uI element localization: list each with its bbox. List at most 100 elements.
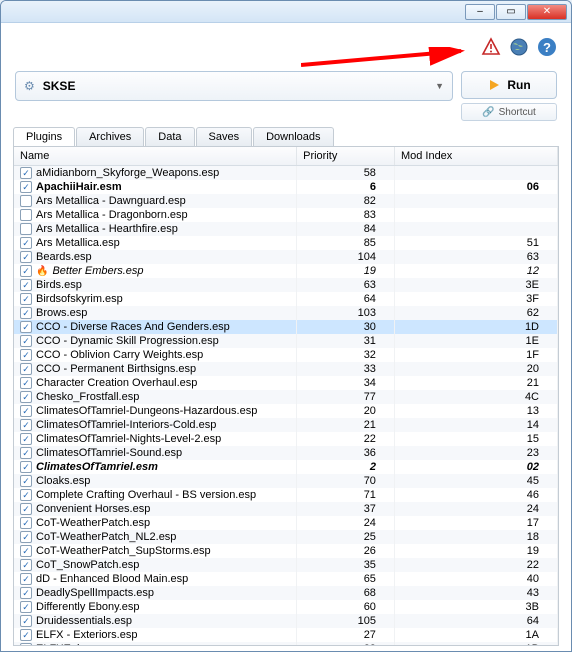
- plugin-checkbox[interactable]: [20, 629, 32, 641]
- plugin-checkbox[interactable]: [20, 377, 32, 389]
- tab-data[interactable]: Data: [145, 127, 194, 146]
- table-row[interactable]: Druidessentials.esp10564: [14, 614, 558, 628]
- shortcut-button[interactable]: 🔗 Shortcut: [461, 103, 557, 121]
- plugin-checkbox[interactable]: [20, 167, 32, 179]
- plugin-checkbox[interactable]: [20, 615, 32, 627]
- plugin-priority: 77: [297, 390, 395, 404]
- plugin-checkbox[interactable]: [20, 447, 32, 459]
- plugin-checkbox[interactable]: [20, 405, 32, 417]
- play-icon: [487, 78, 501, 92]
- plugin-checkbox[interactable]: [20, 349, 32, 361]
- plugin-checkbox[interactable]: [20, 195, 32, 207]
- table-row[interactable]: Birdsofskyrim.esp643F: [14, 292, 558, 306]
- close-button[interactable]: ✕: [527, 4, 567, 20]
- tab-saves[interactable]: Saves: [196, 127, 253, 146]
- plugin-name: CCO - Diverse Races And Genders.esp: [36, 321, 230, 333]
- plugin-checkbox[interactable]: [20, 307, 32, 319]
- plugin-modindex: [394, 208, 557, 222]
- table-row[interactable]: ClimatesOfTamriel-Interiors-Cold.esp2114: [14, 418, 558, 432]
- table-row[interactable]: aMidianborn_Skyforge_Weapons.esp58: [14, 166, 558, 181]
- warning-icon[interactable]: [481, 37, 501, 57]
- table-row[interactable]: Character Creation Overhaul.esp3421: [14, 376, 558, 390]
- plugin-checkbox[interactable]: [20, 433, 32, 445]
- globe-icon[interactable]: [509, 37, 529, 57]
- table-row[interactable]: Ars Metallica.esp8551: [14, 236, 558, 250]
- plugin-checkbox[interactable]: [20, 531, 32, 543]
- table-row[interactable]: CoT-WeatherPatch.esp2417: [14, 516, 558, 530]
- table-row[interactable]: Ars Metallica - Dragonborn.esp83: [14, 208, 558, 222]
- table-row[interactable]: DeadlySpellImpacts.esp6843: [14, 586, 558, 600]
- table-row[interactable]: ClimatesOfTamriel-Sound.esp3623: [14, 446, 558, 460]
- table-row[interactable]: Birds.esp633E: [14, 278, 558, 292]
- maximize-button[interactable]: ▭: [496, 4, 526, 20]
- table-row[interactable]: CCO - Dynamic Skill Progression.esp311E: [14, 334, 558, 348]
- table-row[interactable]: Convenient Horses.esp3724: [14, 502, 558, 516]
- tab-archives[interactable]: Archives: [76, 127, 144, 146]
- run-button[interactable]: Run: [461, 71, 557, 99]
- fire-icon: 🔥: [36, 266, 48, 277]
- plugin-checkbox[interactable]: [20, 545, 32, 557]
- plugin-checkbox[interactable]: [20, 643, 32, 645]
- plugin-checkbox[interactable]: [20, 503, 32, 515]
- plugin-name: Druidessentials.esp: [36, 615, 132, 627]
- plugin-checkbox[interactable]: [20, 293, 32, 305]
- help-icon[interactable]: ?: [537, 37, 557, 57]
- table-row[interactable]: Beards.esp10463: [14, 250, 558, 264]
- tab-plugins[interactable]: Plugins: [13, 127, 75, 146]
- table-row[interactable]: Complete Crafting Overhaul - BS version.…: [14, 488, 558, 502]
- plugin-modindex: 4C: [394, 390, 557, 404]
- plugin-name: DeadlySpellImpacts.esp: [36, 587, 154, 599]
- plugin-name: ELFX - Exteriors.esp: [36, 629, 137, 641]
- table-row[interactable]: ApachiiHair.esm606: [14, 180, 558, 194]
- table-row[interactable]: Differently Ebony.esp603B: [14, 600, 558, 614]
- table-row[interactable]: CoT_SnowPatch.esp3522: [14, 558, 558, 572]
- plugin-checkbox[interactable]: [20, 489, 32, 501]
- table-row[interactable]: Ars Metallica - Hearthfire.esp84: [14, 222, 558, 236]
- plugin-priority: 104: [297, 250, 395, 264]
- table-row[interactable]: Brows.esp10362: [14, 306, 558, 320]
- table-row[interactable]: ClimatesOfTamriel-Dungeons-Hazardous.esp…: [14, 404, 558, 418]
- plugin-checkbox[interactable]: [20, 279, 32, 291]
- table-row[interactable]: ELFX - Exteriors.esp271A: [14, 628, 558, 642]
- plugin-checkbox[interactable]: [20, 321, 32, 333]
- plugin-checkbox[interactable]: [20, 265, 32, 277]
- table-row[interactable]: CCO - Permanent Birthsigns.esp3320: [14, 362, 558, 376]
- plugin-checkbox[interactable]: [20, 601, 32, 613]
- plugin-checkbox[interactable]: [20, 587, 32, 599]
- plugin-checkbox[interactable]: [20, 461, 32, 473]
- plugin-checkbox[interactable]: [20, 573, 32, 585]
- plugin-checkbox[interactable]: [20, 251, 32, 263]
- plugin-checkbox[interactable]: [20, 237, 32, 249]
- plugin-name: Complete Crafting Overhaul - BS version.…: [36, 489, 256, 501]
- plugin-checkbox[interactable]: [20, 223, 32, 235]
- tab-downloads[interactable]: Downloads: [253, 127, 333, 146]
- table-row[interactable]: Cloaks.esp7045: [14, 474, 558, 488]
- plugin-checkbox[interactable]: [20, 335, 32, 347]
- table-row[interactable]: CCO - Oblivion Carry Weights.esp321F: [14, 348, 558, 362]
- plugin-checkbox[interactable]: [20, 419, 32, 431]
- plugin-checkbox[interactable]: [20, 517, 32, 529]
- col-priority[interactable]: Priority: [297, 147, 395, 166]
- table-row[interactable]: CoT-WeatherPatch_NL2.esp2518: [14, 530, 558, 544]
- table-row[interactable]: Chesko_Frostfall.esp 774C: [14, 390, 558, 404]
- table-row[interactable]: ClimatesOfTamriel.esm202: [14, 460, 558, 474]
- table-row[interactable]: dD - Enhanced Blood Main.esp6540: [14, 572, 558, 586]
- table-row[interactable]: ClimatesOfTamriel-Nights-Level-2.esp2215: [14, 432, 558, 446]
- table-row[interactable]: ELFXEnhancer.esp281B: [14, 642, 558, 645]
- table-row[interactable]: CoT-WeatherPatch_SupStorms.esp2619: [14, 544, 558, 558]
- plugin-checkbox[interactable]: [20, 475, 32, 487]
- col-name[interactable]: Name: [14, 147, 297, 166]
- plugin-checkbox[interactable]: [20, 391, 32, 403]
- minimize-button[interactable]: –: [465, 4, 495, 20]
- plugin-checkbox[interactable]: [20, 363, 32, 375]
- table-row[interactable]: CCO - Diverse Races And Genders.esp301D: [14, 320, 558, 334]
- table-row[interactable]: Ars Metallica - Dawnguard.esp82: [14, 194, 558, 208]
- plugins-table-scroll[interactable]: Name Priority Mod Index aMidianborn_Skyf…: [14, 147, 558, 645]
- plugin-name: Chesko_Frostfall.esp: [36, 391, 139, 403]
- executable-select[interactable]: ⚙ SKSE ▼: [15, 71, 453, 101]
- plugin-checkbox[interactable]: [20, 559, 32, 571]
- plugin-checkbox[interactable]: [20, 209, 32, 221]
- col-modindex[interactable]: Mod Index: [394, 147, 557, 166]
- plugin-checkbox[interactable]: [20, 181, 32, 193]
- table-row[interactable]: 🔥Better Embers.esp1912: [14, 264, 558, 278]
